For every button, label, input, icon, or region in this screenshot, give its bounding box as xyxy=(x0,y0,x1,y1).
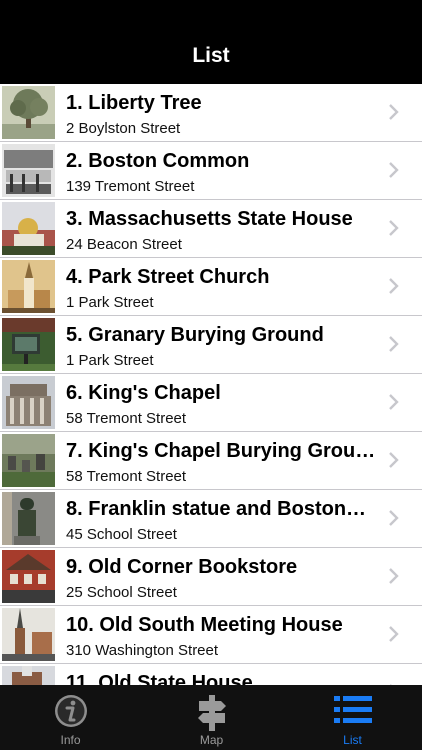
item-title: 5. Granary Burying Ground xyxy=(66,324,324,346)
chevron-right-icon xyxy=(389,394,399,410)
landmark-thumbnail xyxy=(2,608,55,661)
item-title: 8. Franklin statue and Boston… xyxy=(66,498,367,520)
list-item[interactable]: 3. Massachusetts State House 24 Beacon S… xyxy=(0,200,422,258)
tab-label: List xyxy=(343,733,362,747)
item-address: 1 Park Street xyxy=(66,352,154,369)
chevron-right-icon xyxy=(389,452,399,468)
tab-label: Map xyxy=(199,733,224,747)
landmark-thumbnail xyxy=(2,666,55,685)
list-item[interactable]: 7. King's Chapel Burying Grou… 58 Tremon… xyxy=(0,432,422,490)
tab-label: Info xyxy=(60,733,81,747)
tab-list[interactable]: List xyxy=(282,685,422,750)
landmark-thumbnail xyxy=(2,318,55,371)
list-item[interactable]: 9. Old Corner Bookstore 25 School Street xyxy=(0,548,422,606)
list-item[interactable]: 8. Franklin statue and Boston… 45 School… xyxy=(0,490,422,548)
item-title: 11. Old State House xyxy=(66,672,253,685)
item-address: 1 Park Street xyxy=(66,294,154,311)
chevron-right-icon xyxy=(389,626,399,642)
item-title: 1. Liberty Tree xyxy=(66,92,202,114)
tab-info[interactable]: Info xyxy=(0,685,141,750)
item-title: 10. Old South Meeting House xyxy=(66,614,343,636)
landmark-list[interactable]: 1. Liberty Tree 2 Boylston Street 2. Bos… xyxy=(0,84,422,685)
navigation-bar: List xyxy=(0,0,422,84)
landmark-thumbnail xyxy=(2,260,55,313)
list-item[interactable]: 1. Liberty Tree 2 Boylston Street xyxy=(0,84,422,142)
chevron-right-icon xyxy=(389,104,399,120)
item-address: 2 Boylston Street xyxy=(66,120,181,137)
item-address: 45 School Street xyxy=(66,526,177,543)
tab-bar: Info Map List xyxy=(0,685,422,750)
chevron-right-icon xyxy=(389,162,399,178)
item-title: 9. Old Corner Bookstore xyxy=(66,556,298,578)
item-address: 310 Washington Street xyxy=(66,642,219,659)
item-title: 3. Massachusetts State House xyxy=(66,208,353,230)
landmark-thumbnail xyxy=(2,202,55,255)
chevron-right-icon xyxy=(389,336,399,352)
list-item[interactable]: 2. Boston Common 139 Tremont Street xyxy=(0,142,422,200)
info-icon xyxy=(54,695,87,727)
item-address: 139 Tremont Street xyxy=(66,178,195,195)
signpost-icon xyxy=(197,695,226,731)
landmark-thumbnail xyxy=(2,144,55,197)
list-item[interactable]: 10. Old South Meeting House 310 Washingt… xyxy=(0,606,422,664)
item-address: 24 Beacon Street xyxy=(66,236,182,253)
list-item[interactable]: 4. Park Street Church 1 Park Street xyxy=(0,258,422,316)
chevron-right-icon xyxy=(389,568,399,584)
item-address: 58 Tremont Street xyxy=(66,468,187,485)
tab-map[interactable]: Map xyxy=(141,685,282,750)
page-title: List xyxy=(192,44,230,67)
item-title: 4. Park Street Church xyxy=(66,266,270,288)
list-item[interactable]: 5. Granary Burying Ground 1 Park Street xyxy=(0,316,422,374)
landmark-thumbnail xyxy=(2,434,55,487)
item-title: 2. Boston Common xyxy=(66,150,250,172)
landmark-thumbnail xyxy=(2,86,55,139)
item-title: 7. King's Chapel Burying Grou… xyxy=(66,440,376,462)
item-address: 58 Tremont Street xyxy=(66,410,187,427)
landmark-thumbnail xyxy=(2,376,55,429)
list-item[interactable]: 11. Old State House xyxy=(0,664,422,685)
landmark-thumbnail xyxy=(2,550,55,603)
list-item[interactable]: 6. King's Chapel 58 Tremont Street xyxy=(0,374,422,432)
list-icon xyxy=(333,696,372,723)
item-title: 6. King's Chapel xyxy=(66,382,221,404)
chevron-right-icon xyxy=(389,278,399,294)
landmark-thumbnail xyxy=(2,492,55,545)
chevron-right-icon xyxy=(389,510,399,526)
chevron-right-icon xyxy=(389,220,399,236)
item-address: 25 School Street xyxy=(66,584,177,601)
